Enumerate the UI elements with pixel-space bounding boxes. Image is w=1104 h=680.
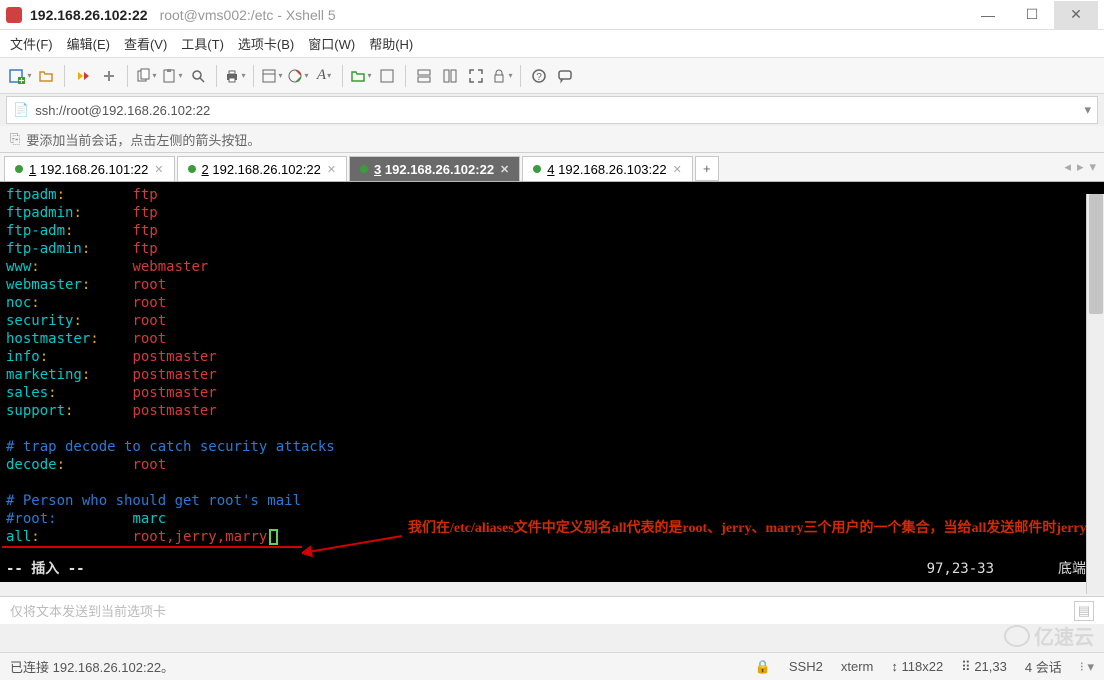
- open-button[interactable]: [34, 64, 58, 88]
- status-dot-icon: [15, 165, 23, 173]
- tab-add-button[interactable]: +: [695, 156, 719, 181]
- status-cursor: ⠿ 21,33: [961, 659, 1007, 675]
- window-controls: — ☐ ✕: [966, 1, 1098, 29]
- compose-placeholder: 仅将文本发送到当前选项卡: [10, 601, 166, 620]
- address-bar[interactable]: 📄 ssh://root@192.168.26.102:22 ▾: [6, 96, 1098, 124]
- copy-button[interactable]: [134, 64, 158, 88]
- tab-4[interactable]: 4 192.168.26.103:22 ✕: [522, 156, 693, 181]
- minimize-button[interactable]: —: [966, 1, 1010, 29]
- hint-text: 要添加当前会话，点击左侧的箭头按钮。: [26, 130, 260, 149]
- toolbar: A ?: [0, 58, 1104, 94]
- status-dot-icon: [533, 165, 541, 173]
- tile-vertical-button[interactable]: [438, 64, 462, 88]
- menu-tools[interactable]: 工具(T): [181, 34, 224, 53]
- status-connection: 已连接 192.168.26.102:22。: [10, 657, 174, 676]
- tab-close-icon[interactable]: ✕: [673, 163, 682, 176]
- status-dot-icon: [188, 165, 196, 173]
- cursor-icon: ⠿: [961, 659, 971, 674]
- status-size: ↕ 118x22: [891, 659, 943, 674]
- vim-mode: -- 插入 --: [6, 560, 85, 578]
- watermark: 亿速云: [1004, 621, 1094, 650]
- tab-close-icon[interactable]: ✕: [500, 163, 509, 176]
- lock-icon: 🔒: [755, 659, 771, 675]
- terminal[interactable]: ftpadm: ftpftpadmin: ftpftp-adm: ftpftp-…: [0, 182, 1104, 582]
- tab-1[interactable]: 1 192.168.26.101:22 ✕: [4, 156, 175, 181]
- status-term: xterm: [841, 659, 874, 674]
- status-dot-icon: [360, 165, 368, 173]
- hint-icon[interactable]: ⎘: [10, 131, 20, 147]
- tab-bar: 1 192.168.26.101:22 ✕ 2 192.168.26.102:2…: [0, 152, 1104, 182]
- menu-bar: 文件(F) 编辑(E) 查看(V) 工具(T) 选项卡(B) 窗口(W) 帮助(…: [0, 30, 1104, 58]
- tab-prev-icon[interactable]: ◂: [1064, 159, 1071, 175]
- color-button[interactable]: [286, 64, 310, 88]
- menu-help[interactable]: 帮助(H): [369, 34, 413, 53]
- address-icon: 📄: [13, 102, 29, 118]
- status-bar: 已连接 192.168.26.102:22。 🔒 SSH2 xterm ↕ 11…: [0, 652, 1104, 680]
- menu-edit[interactable]: 编辑(E): [67, 34, 110, 53]
- fullscreen-button[interactable]: [464, 64, 488, 88]
- vim-scroll: 底端: [1058, 560, 1086, 578]
- window-title: root@vms002:/etc - Xshell 5: [160, 7, 336, 23]
- reconnect-button[interactable]: [71, 64, 95, 88]
- status-more-icon[interactable]: ⁝ ▾: [1080, 659, 1094, 675]
- address-dropdown-icon[interactable]: ▾: [1084, 102, 1091, 118]
- address-url: ssh://root@192.168.26.102:22: [35, 103, 210, 118]
- help-button[interactable]: ?: [527, 64, 551, 88]
- send-button[interactable]: ▤: [1074, 601, 1094, 621]
- menu-tab[interactable]: 选项卡(B): [238, 34, 294, 53]
- print-button[interactable]: [223, 64, 247, 88]
- resize-icon: ↕: [891, 659, 898, 674]
- tile-horizontal-button[interactable]: [412, 64, 436, 88]
- script-button[interactable]: [375, 64, 399, 88]
- tab-list-icon[interactable]: ▾: [1089, 159, 1096, 175]
- scrollbar-thumb[interactable]: [1089, 194, 1103, 314]
- annotation-arrow-icon: [302, 532, 412, 562]
- compose-bar[interactable]: 仅将文本发送到当前选项卡 ▤: [0, 596, 1104, 624]
- app-icon: [6, 7, 22, 23]
- watermark-icon: [1004, 625, 1030, 647]
- session-title: 192.168.26.102:22: [30, 7, 148, 23]
- lock-button[interactable]: [490, 64, 514, 88]
- svg-text:?: ?: [536, 72, 542, 83]
- annotation-text: 我们在/etc/aliases文件中定义别名all代表的是root、jerry、…: [408, 518, 1058, 540]
- tab-next-icon[interactable]: ▸: [1077, 159, 1084, 175]
- tab-nav: ◂ ▸ ▾: [1056, 153, 1104, 181]
- tab-3[interactable]: 3 192.168.26.102:22 ✕: [349, 156, 520, 181]
- annotation-underline: [2, 546, 302, 548]
- tab-close-icon[interactable]: ✕: [327, 163, 336, 176]
- disconnect-button[interactable]: [97, 64, 121, 88]
- tab-2[interactable]: 2 192.168.26.102:22 ✕: [177, 156, 348, 181]
- menu-file[interactable]: 文件(F): [10, 34, 53, 53]
- tab-close-icon[interactable]: ✕: [154, 163, 163, 176]
- vim-position: 97,23-33: [927, 560, 994, 578]
- properties-button[interactable]: [260, 64, 284, 88]
- menu-window[interactable]: 窗口(W): [308, 34, 355, 53]
- status-protocol: SSH2: [789, 659, 823, 674]
- paste-button[interactable]: [160, 64, 184, 88]
- scrollbar[interactable]: [1086, 194, 1104, 594]
- hint-bar: ⎘ 要添加当前会话，点击左侧的箭头按钮。: [0, 126, 1104, 152]
- find-button[interactable]: [186, 64, 210, 88]
- chat-button[interactable]: [553, 64, 577, 88]
- status-sessions: 4 会话: [1025, 657, 1062, 676]
- close-button[interactable]: ✕: [1054, 1, 1098, 29]
- maximize-button[interactable]: ☐: [1010, 1, 1054, 29]
- menu-view[interactable]: 查看(V): [124, 34, 167, 53]
- font-button[interactable]: A: [312, 64, 336, 88]
- transfer-button[interactable]: [349, 64, 373, 88]
- title-bar: 192.168.26.102:22 root@vms002:/etc - Xsh…: [0, 0, 1104, 30]
- new-session-button[interactable]: [8, 64, 32, 88]
